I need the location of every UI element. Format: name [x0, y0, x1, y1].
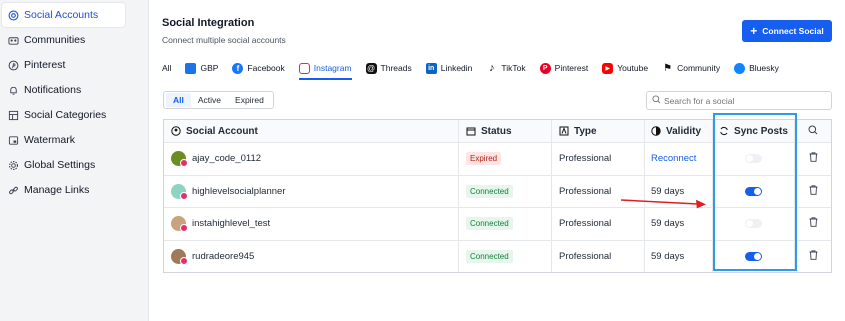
calendar-icon — [466, 126, 476, 136]
status-badge: Connected — [466, 184, 513, 198]
red-arrow-annotation — [620, 199, 706, 209]
at-icon — [7, 9, 19, 21]
trash-icon[interactable] — [809, 250, 818, 263]
header-account: Social Account — [164, 120, 459, 142]
sidebar-item-label: Watermark — [24, 134, 75, 146]
avatar — [171, 183, 188, 200]
sidebar-item-pinterest[interactable]: Pinterest — [2, 53, 125, 77]
sidebar-item-label: Manage Links — [24, 184, 90, 196]
trash-icon[interactable] — [809, 152, 818, 165]
sidebar-item-communities[interactable]: Communities — [2, 28, 125, 52]
sidebar-item-watermark[interactable]: Watermark — [2, 128, 125, 152]
search-icon — [652, 95, 661, 106]
tab-linkedin[interactable]: in Linkedin — [425, 59, 472, 77]
tab-community[interactable]: ⚑ Community — [662, 59, 720, 77]
search-box[interactable] — [646, 91, 832, 110]
link-icon — [7, 184, 19, 196]
filter-active[interactable]: Active — [191, 93, 228, 107]
trash-icon[interactable] — [809, 185, 818, 198]
gear-icon — [7, 159, 19, 171]
validity-value: 59 days — [645, 240, 713, 272]
watermark-icon — [7, 134, 19, 146]
sidebar-item-social-categories[interactable]: Social Categories — [2, 103, 125, 127]
plus-icon: + — [750, 24, 758, 38]
page-title: Social Integration — [162, 17, 255, 29]
sidebar-item-label: Pinterest — [24, 59, 66, 71]
status-badge: Connected — [466, 217, 513, 231]
sidebar-item-manage-links[interactable]: Manage Links — [2, 178, 125, 202]
gbp-icon — [185, 62, 197, 74]
account-type: Professional — [552, 208, 645, 240]
linkedin-icon: in — [425, 62, 437, 74]
search-icon — [808, 125, 818, 138]
sidebar-item-global-settings[interactable]: Global Settings — [2, 153, 125, 177]
facebook-icon: f — [232, 62, 244, 74]
sidebar-item-label: Notifications — [24, 84, 82, 96]
youtube-icon: ▶ — [602, 62, 614, 74]
tab-gbp[interactable]: GBP — [185, 59, 218, 77]
sidebar-item-label: Global Settings — [24, 159, 96, 171]
half-circle-icon — [651, 126, 661, 136]
avatar — [171, 151, 188, 168]
sidebar-item-label: Social Accounts — [24, 9, 99, 21]
connect-social-button[interactable]: + Connect Social — [742, 20, 832, 42]
type-icon — [559, 126, 569, 136]
status-filter: All Active Expired — [163, 91, 274, 109]
sidebar-item-label: Communities — [24, 34, 86, 46]
pinterest-icon: P — [539, 62, 551, 74]
platform-tabs: All GBP f Facebook Instagram @ Threads in L… — [162, 58, 793, 80]
search-input[interactable] — [664, 95, 829, 106]
tab-threads[interactable]: @ Threads — [365, 59, 412, 77]
sidebar: Social Accounts Communities Pinterest No… — [0, 0, 135, 321]
validity-value: 59 days — [645, 208, 713, 240]
avatar — [171, 216, 188, 233]
sidebar-item-notifications[interactable]: Notifications — [2, 78, 125, 102]
status-badge: Connected — [466, 249, 513, 263]
header-search[interactable] — [795, 120, 831, 142]
avatar — [171, 248, 188, 265]
bluesky-icon — [734, 62, 746, 74]
reconnect-link[interactable]: Reconnect — [651, 153, 696, 164]
account-name: rudradeore945 — [192, 250, 255, 262]
tab-all[interactable]: All — [162, 59, 171, 77]
category-icon — [7, 109, 19, 121]
account-name: instahighlevel_test — [192, 218, 271, 230]
filter-expired[interactable]: Expired — [228, 93, 271, 107]
header-status: Status — [459, 120, 552, 142]
tab-bluesky[interactable]: Bluesky — [734, 59, 779, 77]
tiktok-icon: ♪ — [489, 62, 495, 74]
account-name: ajay_code_0112 — [192, 153, 262, 165]
header-type: Type — [552, 120, 645, 142]
pinterest-icon — [7, 59, 19, 71]
account-type: Professional — [552, 240, 645, 272]
account-type: Professional — [552, 143, 645, 175]
status-badge: Expired — [466, 152, 502, 166]
tab-instagram[interactable]: Instagram — [298, 59, 352, 80]
page-subtitle: Connect multiple social accounts — [162, 35, 286, 45]
tab-youtube[interactable]: ▶ Youtube — [602, 59, 648, 77]
people-icon — [7, 34, 19, 46]
filter-all[interactable]: All — [166, 93, 191, 107]
trash-icon[interactable] — [809, 217, 818, 230]
tab-tiktok[interactable]: ♪ TikTok — [486, 59, 526, 77]
sidebar-item-label: Social Categories — [24, 109, 107, 121]
tab-pinterest[interactable]: P Pinterest — [539, 59, 588, 77]
bell-icon — [7, 84, 19, 96]
sync-column-highlight-box — [713, 113, 797, 271]
account-name: highlevelsocialplanner — [192, 185, 286, 197]
tab-facebook[interactable]: f Facebook — [232, 59, 285, 77]
community-icon: ⚑ — [663, 62, 673, 74]
header-validity: Validity — [645, 120, 713, 142]
connect-social-label: Connect Social — [762, 26, 824, 36]
user-circle-icon — [171, 126, 181, 136]
sidebar-item-social-accounts[interactable]: Social Accounts — [2, 3, 125, 27]
instagram-icon — [298, 62, 310, 74]
threads-icon: @ — [365, 62, 377, 74]
